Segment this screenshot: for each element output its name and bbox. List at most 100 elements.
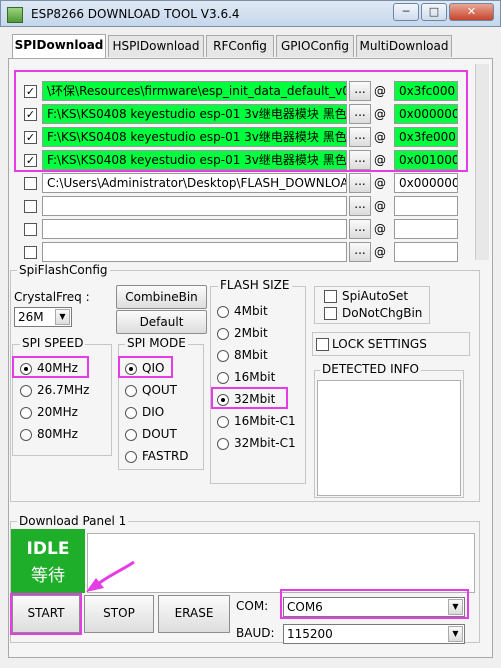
spi-mode-radio-dio[interactable] xyxy=(125,407,137,419)
spi-speed-title: SPI SPEED xyxy=(20,336,86,350)
tab-hspidownload[interactable]: HSPIDownload xyxy=(108,35,204,57)
offset-address-input[interactable] xyxy=(394,219,458,239)
detected-info-textarea[interactable] xyxy=(317,380,461,496)
file-checkbox[interactable] xyxy=(24,200,37,213)
browse-button[interactable]: ... xyxy=(349,150,371,170)
file-checkbox[interactable]: ✓ xyxy=(24,154,37,167)
offset-address-input[interactable]: 0x000000 xyxy=(394,104,458,124)
spi-speed-radio-20mhz[interactable] xyxy=(20,407,32,419)
spi-speed-highlight xyxy=(12,356,89,378)
crystal-freq-select[interactable]: 26M ▼ xyxy=(14,307,72,327)
flash-size-radio-32mbit-c1[interactable] xyxy=(217,438,229,450)
file-path-input[interactable]: F:\KS\KS0408 keyestudio esp-01 3v继电器模块 黑… xyxy=(42,150,347,170)
browse-button[interactable]: ... xyxy=(349,104,371,124)
status-waiting-text: 等待 xyxy=(31,566,65,586)
chevron-down-icon: ▼ xyxy=(448,626,463,642)
flash-size-radio-8mbit[interactable] xyxy=(217,350,229,362)
tab-strip: SPIDownload HSPIDownload RFConfig GPIOCo… xyxy=(8,34,493,59)
browse-button[interactable]: ... xyxy=(349,127,371,147)
baud-value: 115200 xyxy=(287,627,333,641)
spi-mode-radio-fastrd[interactable] xyxy=(125,451,137,463)
file-path-input[interactable] xyxy=(42,242,347,262)
title-bar: ESP8266 DOWNLOAD TOOL V3.6.4 ─ □ ✕ xyxy=(0,0,501,27)
at-symbol: @ xyxy=(374,176,386,190)
tab-spidownload[interactable]: SPIDownload xyxy=(12,34,106,58)
chevron-down-icon: ▼ xyxy=(55,309,70,325)
offset-address-input[interactable]: 0x000000 xyxy=(394,173,458,193)
at-symbol: @ xyxy=(374,222,386,236)
lock-settings-checkbox[interactable] xyxy=(316,338,329,351)
annotation-arrow-icon xyxy=(86,560,135,592)
com-highlight xyxy=(280,589,469,619)
stop-button[interactable]: STOP xyxy=(84,595,154,633)
at-symbol: @ xyxy=(374,107,386,121)
at-symbol: @ xyxy=(374,199,386,213)
download-log-area[interactable] xyxy=(87,533,475,593)
spi-mode-radio-dout[interactable] xyxy=(125,429,137,441)
lock-settings-label: LOCK SETTINGS xyxy=(332,337,427,351)
flash-size-radio-16mbit-c1[interactable] xyxy=(217,416,229,428)
crystal-freq-value: 26M xyxy=(18,310,44,324)
flash-size-label-8mbit: 8Mbit xyxy=(234,348,268,362)
browse-button[interactable]: ... xyxy=(349,196,371,216)
spi-mode-label-fastrd: FASTRD xyxy=(142,449,189,463)
file-path-input[interactable]: \环保\Resources\firmware\esp_init_data_def… xyxy=(42,81,347,101)
spi-speed-radio-26-7mhz[interactable] xyxy=(20,385,32,397)
tab-rfconfig[interactable]: RFConfig xyxy=(206,35,274,57)
file-path-input[interactable] xyxy=(42,196,347,216)
file-list-scrollbar[interactable] xyxy=(475,64,489,260)
spi-speed-label-80mhz: 80MHz xyxy=(37,427,78,441)
file-path-input[interactable] xyxy=(42,219,347,239)
baud-label: BAUD: xyxy=(236,626,275,640)
flash-size-label-16mbit-c1: 16Mbit-C1 xyxy=(234,414,296,428)
spi-auto-set-checkbox[interactable] xyxy=(324,290,337,303)
offset-address-input[interactable]: 0x3fc000 xyxy=(394,81,458,101)
spi-speed-radio-80mhz[interactable] xyxy=(20,429,32,441)
spi-mode-label-dout: DOUT xyxy=(142,427,177,441)
tab-multidownload[interactable]: MultiDownload xyxy=(356,35,452,57)
default-button[interactable]: Default xyxy=(116,310,207,334)
flash-size-radio-4mbit[interactable] xyxy=(217,306,229,318)
spiflash-config-title: SpiFlashConfig xyxy=(17,263,110,277)
at-symbol: @ xyxy=(374,84,386,98)
file-checkbox[interactable]: ✓ xyxy=(24,108,37,121)
tab-gpioconfig[interactable]: GPIOConfig xyxy=(276,35,354,57)
close-button[interactable]: ✕ xyxy=(449,3,494,21)
maximize-button[interactable]: □ xyxy=(421,3,447,21)
flash-size-label-2mbit: 2Mbit xyxy=(234,326,268,340)
flash-size-radio-2mbit[interactable] xyxy=(217,328,229,340)
flash-size-radio-16mbit[interactable] xyxy=(217,372,229,384)
file-checkbox[interactable] xyxy=(24,223,37,236)
flash-size-title: FLASH SIZE xyxy=(218,278,292,292)
file-checkbox[interactable] xyxy=(24,246,37,259)
spi-mode-title: SPI MODE xyxy=(125,336,188,350)
offset-address-input[interactable] xyxy=(394,196,458,216)
minimize-button[interactable]: ─ xyxy=(393,3,419,21)
erase-button[interactable]: ERASE xyxy=(158,595,230,633)
browse-button[interactable]: ... xyxy=(349,173,371,193)
file-checkbox[interactable]: ✓ xyxy=(24,85,37,98)
file-path-input[interactable]: F:\KS\KS0408 keyestudio esp-01 3v继电器模块 黑… xyxy=(42,104,347,124)
file-path-input[interactable]: F:\KS\KS0408 keyestudio esp-01 3v继电器模块 黑… xyxy=(42,127,347,147)
spi-mode-label-qout: QOUT xyxy=(142,383,178,397)
offset-address-input[interactable] xyxy=(394,242,458,262)
browse-button[interactable]: ... xyxy=(349,219,371,239)
status-indicator: IDLE 等待 xyxy=(11,529,85,593)
spi-speed-label-26-7mhz: 26.7MHz xyxy=(37,383,90,397)
file-checkbox[interactable]: ✓ xyxy=(24,131,37,144)
browse-button[interactable]: ... xyxy=(349,242,371,262)
crystal-freq-label: CrystalFreq : xyxy=(14,290,90,304)
file-path-input[interactable]: C:\Users\Administrator\Desktop\FLASH_DOW… xyxy=(42,173,347,193)
baud-select[interactable]: 115200 ▼ xyxy=(283,624,465,644)
status-idle-text: IDLE xyxy=(26,539,70,559)
do-not-chg-bin-checkbox[interactable] xyxy=(324,307,337,320)
spi-mode-radio-qout[interactable] xyxy=(125,385,137,397)
offset-address-input[interactable]: 0x001000 xyxy=(394,150,458,170)
app-icon xyxy=(7,7,23,23)
offset-address-input[interactable]: 0x3fe000 xyxy=(394,127,458,147)
combine-bin-button[interactable]: CombineBin xyxy=(116,285,207,309)
file-checkbox[interactable] xyxy=(24,177,37,190)
spi-auto-set-label: SpiAutoSet xyxy=(342,289,409,303)
browse-button[interactable]: ... xyxy=(349,81,371,101)
at-symbol: @ xyxy=(374,153,386,167)
